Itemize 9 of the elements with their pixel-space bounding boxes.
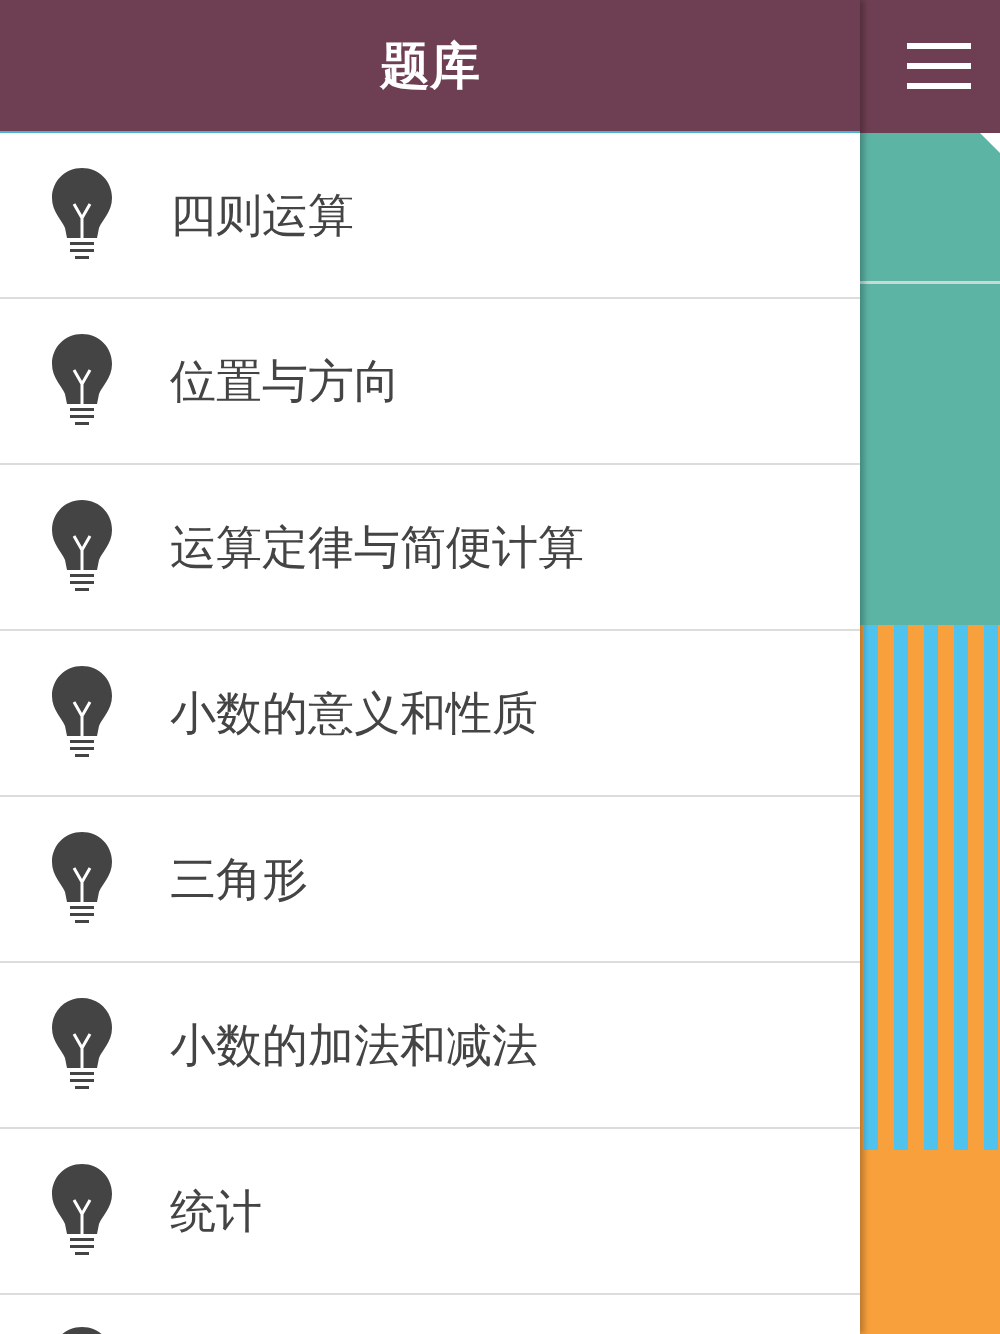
menu-item[interactable]: 四则运算 (0, 133, 860, 299)
menu-item[interactable]: 统计 (0, 1129, 860, 1295)
menu-icon[interactable] (907, 42, 971, 89)
menu-item[interactable]: 小数的加法和减法 (0, 963, 860, 1129)
menu-item[interactable]: 三角形 (0, 797, 860, 963)
menu-item[interactable]: 小数的意义和性质 (0, 631, 860, 797)
menu-item[interactable]: 位置与方向 (0, 299, 860, 465)
header-title: 题库 (380, 40, 480, 91)
menu-item[interactable]: 运算定律与简便计算 (0, 465, 860, 631)
